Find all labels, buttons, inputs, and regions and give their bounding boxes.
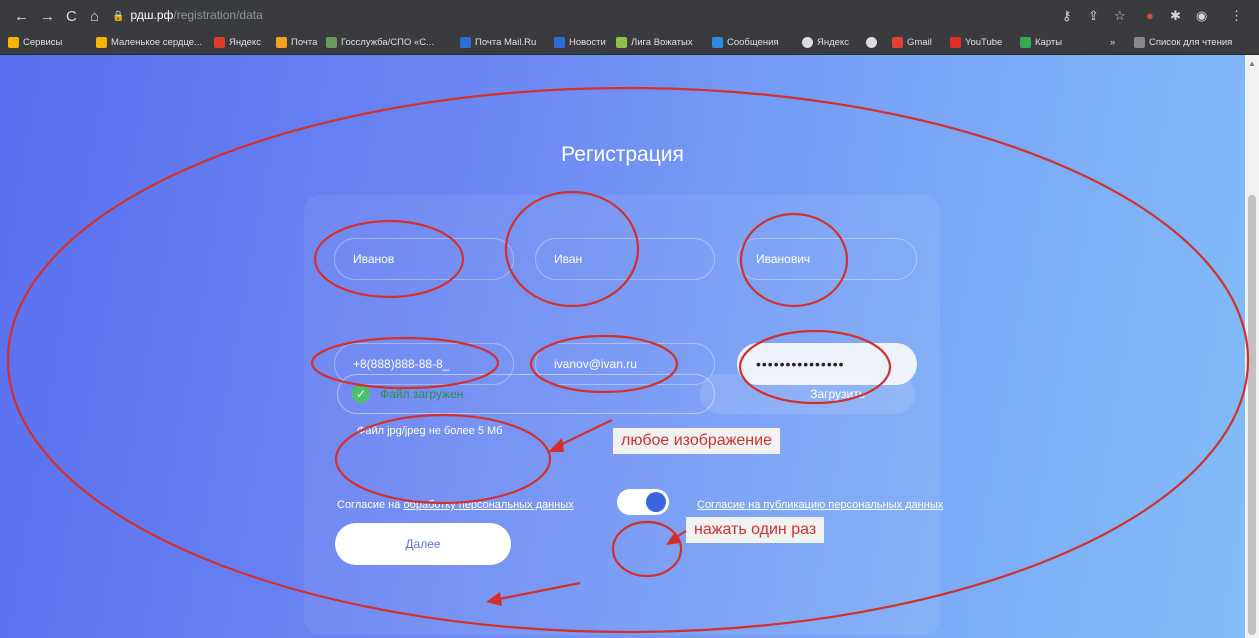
consent-label: Согласие на обработку персональных данны…: [337, 499, 574, 511]
extension-icon[interactable]: ●: [1146, 8, 1154, 23]
bookmark-icon: [96, 37, 107, 48]
mail-icon: [276, 37, 287, 48]
registration-page: ▲ Регистрация Иванов Иван Иванович +8(88…: [0, 55, 1259, 638]
page-title: Регистрация: [561, 143, 684, 166]
bookmark-icon: [616, 37, 627, 48]
lock-icon: 🔒: [112, 11, 125, 22]
avatar[interactable]: ◉: [1196, 8, 1207, 24]
callout-any-image: любое изображение: [613, 428, 780, 454]
bookmark-icon: [866, 37, 877, 48]
scroll-up-icon[interactable]: ▲: [1248, 59, 1256, 68]
bookmark-item[interactable]: Яндекс: [802, 37, 849, 48]
yandex-icon: [802, 37, 813, 48]
back-icon[interactable]: ←: [14, 8, 29, 25]
messages-icon: [712, 37, 723, 48]
next-button[interactable]: Далее: [335, 523, 511, 565]
url-path: /registration/data: [173, 8, 263, 22]
reading-list[interactable]: Список для чтения: [1134, 37, 1232, 48]
bookmark-item[interactable]: Почта: [276, 37, 317, 48]
bookmark-item[interactable]: Лига Вожатых: [616, 37, 693, 48]
scrollbar-thumb[interactable]: [1248, 195, 1256, 635]
file-hint: Файл jpg/jpeg не более 5 Мб: [357, 425, 503, 437]
first-name-field[interactable]: Иван: [535, 238, 715, 280]
file-status-text: Файл загружен: [380, 387, 464, 401]
consent-link[interactable]: обработку персональных данных: [403, 499, 573, 511]
youtube-icon: [950, 37, 961, 48]
bookmark-item[interactable]: YouTube: [950, 37, 1002, 48]
bookmark-item[interactable]: Новости: [554, 37, 606, 48]
middle-name-field[interactable]: Иванович: [737, 238, 917, 280]
bookmark-services[interactable]: Сервисы: [8, 37, 62, 48]
puzzle-icon[interactable]: ✱: [1170, 8, 1181, 24]
bookmark-item[interactable]: Яндекс: [214, 37, 261, 48]
gmail-icon: [892, 37, 903, 48]
file-status: ✓ Файл загружен: [337, 374, 715, 414]
bookmark-item[interactable]: [866, 37, 877, 48]
toggle-knob: [646, 492, 666, 512]
bookmark-item[interactable]: Сообщения: [712, 37, 779, 48]
last-name-field[interactable]: Иванов: [334, 238, 514, 280]
news-icon: [554, 37, 565, 48]
star-icon[interactable]: ☆: [1114, 8, 1126, 24]
bookmark-item[interactable]: Карты: [1020, 37, 1062, 48]
address-bar[interactable]: 🔒 рдш.рф/registration/data: [112, 8, 263, 26]
share-icon[interactable]: ⇪: [1088, 8, 1099, 24]
bookmark-item[interactable]: Госслужба/СПО «С...: [326, 37, 434, 48]
menu-icon[interactable]: ⋮: [1230, 8, 1243, 24]
maps-icon: [1020, 37, 1031, 48]
apps-icon: [8, 37, 19, 48]
bookmark-item[interactable]: Почта Mail.Ru: [460, 37, 536, 48]
reading-list-icon: [1134, 37, 1145, 48]
consent-toggle[interactable]: [617, 489, 669, 515]
key-icon[interactable]: ⚷: [1062, 8, 1072, 24]
yandex-icon: [214, 37, 225, 48]
upload-button[interactable]: Загрузить: [700, 374, 915, 414]
url-host: рдш.рф: [130, 8, 174, 22]
mail-icon: [460, 37, 471, 48]
bookmarks-bar: Сервисы Маленькое сердце... Яндекс Почта…: [0, 33, 1259, 55]
consent-prefix: Согласие на: [337, 499, 404, 511]
bookmark-item[interactable]: Gmail: [892, 37, 932, 48]
bookmark-item[interactable]: Маленькое сердце...: [96, 37, 202, 48]
forward-icon[interactable]: →: [40, 8, 55, 25]
reload-icon[interactable]: C: [66, 8, 77, 25]
scrollbar[interactable]: ▲: [1245, 55, 1259, 638]
bookmark-icon: [326, 37, 337, 48]
check-icon: ✓: [352, 385, 370, 403]
browser-toolbar: ← → C ⌂ 🔒 рдш.рф/registration/data ⚷ ⇪ ☆ …: [0, 0, 1259, 33]
home-icon[interactable]: ⌂: [90, 8, 99, 25]
consent-publication-link[interactable]: Согласие на публикацию персональных данн…: [697, 499, 943, 511]
more-bookmarks-icon[interactable]: »: [1110, 37, 1115, 48]
callout-press-once: нажать один раз: [686, 517, 825, 543]
